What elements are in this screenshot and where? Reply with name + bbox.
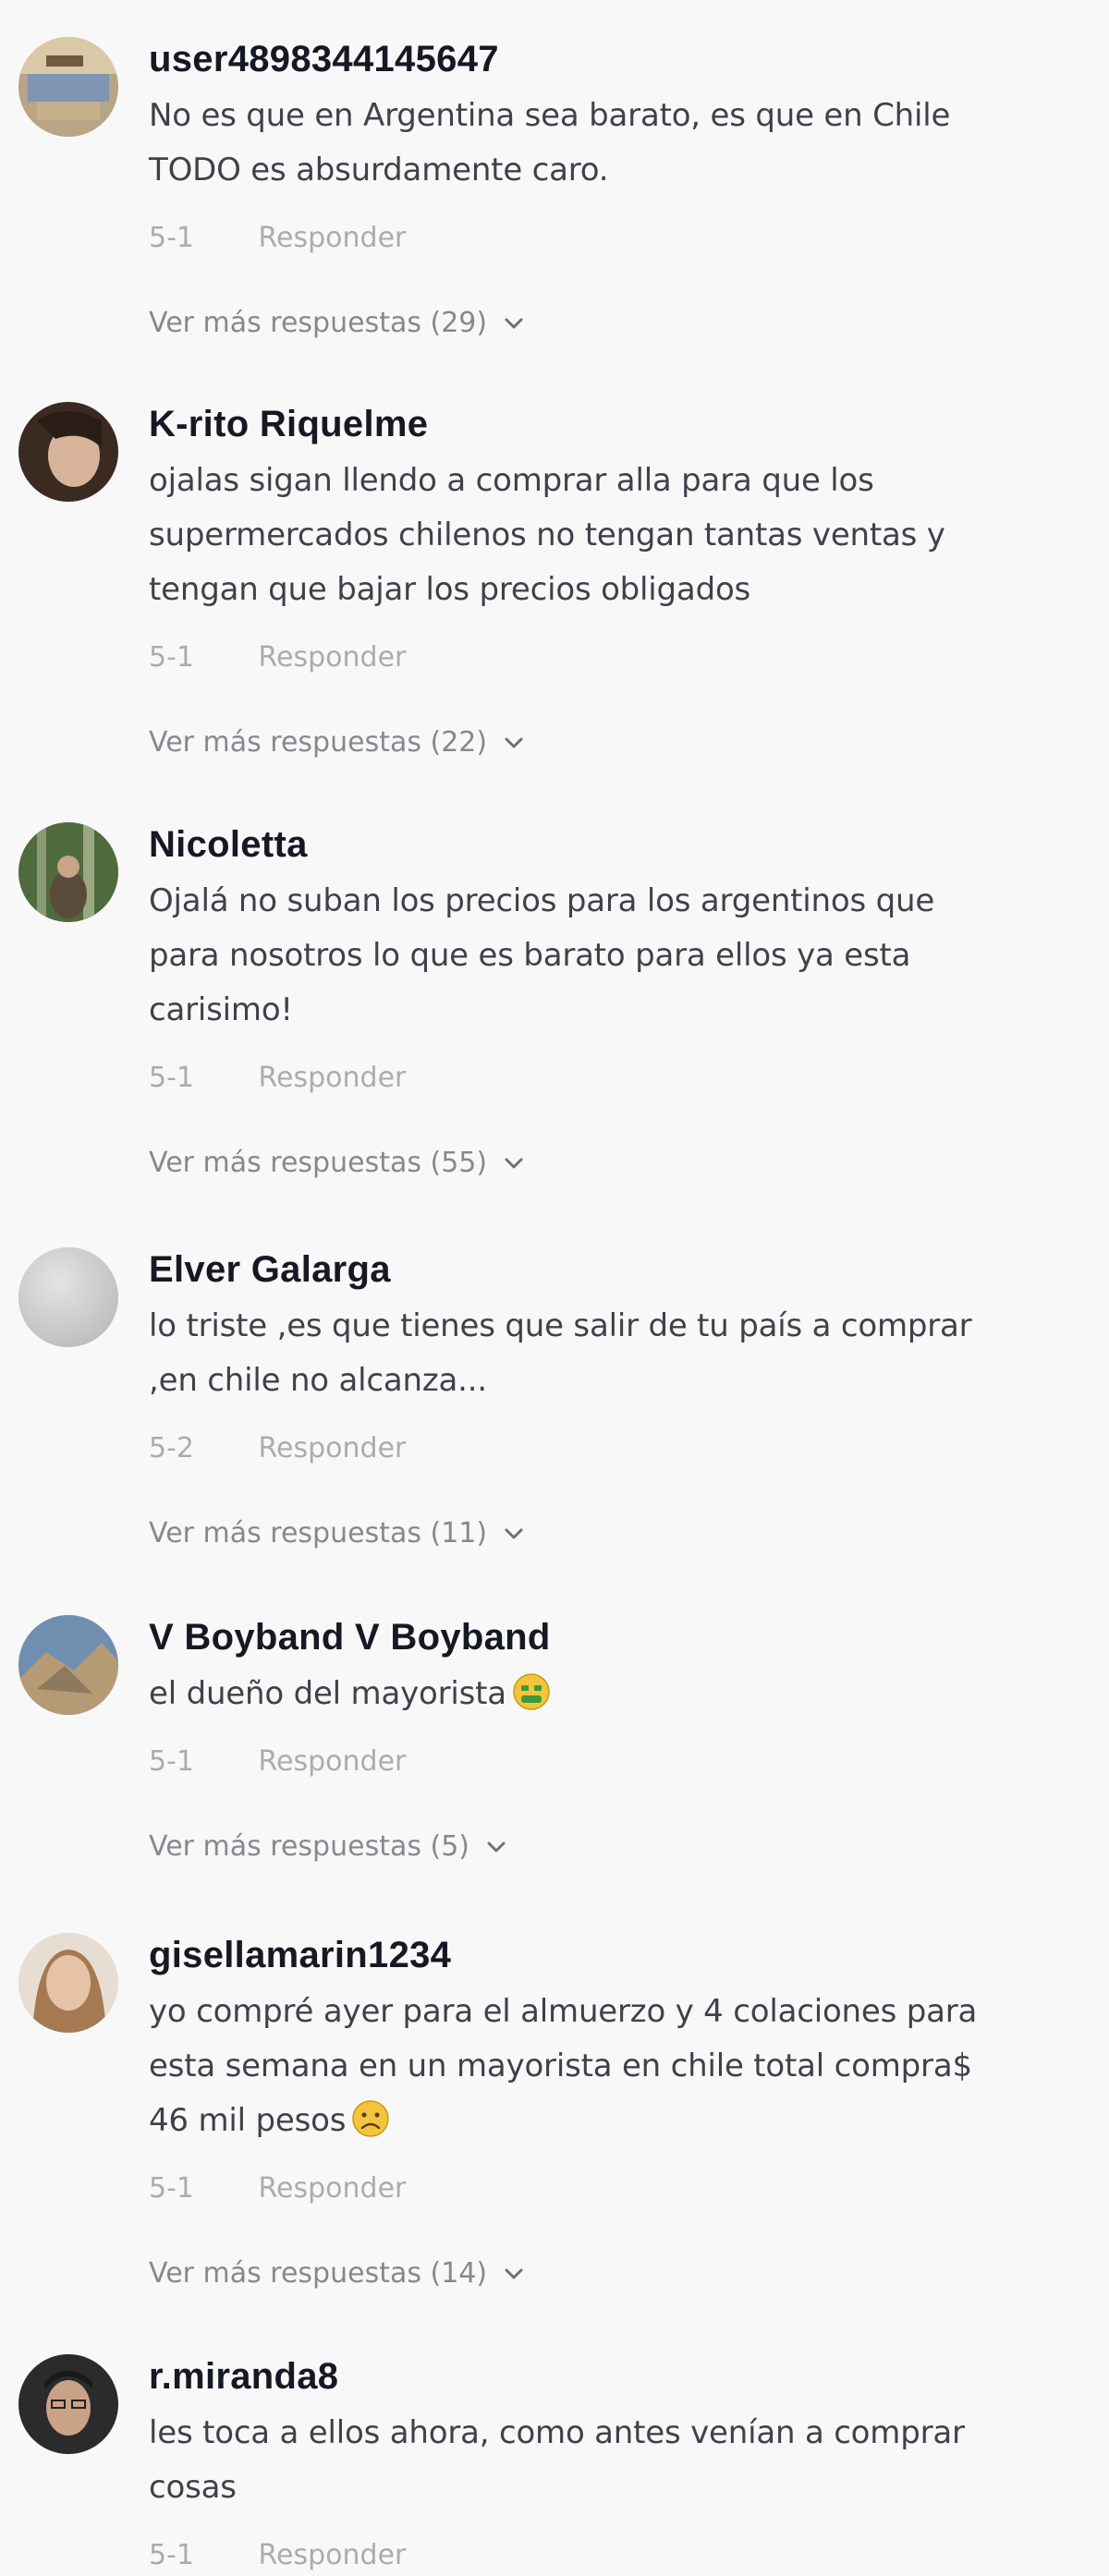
comment-date: 5-2	[149, 1432, 194, 1464]
avatar-image	[18, 1615, 118, 1715]
chevron-down-icon	[505, 2268, 523, 2279]
comment-meta: 5-1 Responder	[149, 1058, 1082, 1099]
comment-username[interactable]: Nicoletta	[149, 822, 1082, 867]
avatar-image	[18, 402, 118, 502]
avatar[interactable]	[18, 2354, 118, 2454]
avatar-image	[18, 822, 118, 922]
comment-date: 5-1	[149, 1062, 194, 1094]
avatar[interactable]	[18, 37, 118, 137]
reply-button[interactable]: Responder	[259, 2535, 407, 2576]
comment-text: No es que en Argentina sea barato, es qu…	[149, 97, 951, 188]
avatar[interactable]	[18, 822, 118, 922]
comment-text-content: yo compré ayer para el almuerzo y 4 cola…	[149, 1993, 978, 2139]
reply-button[interactable]: Responder	[259, 1058, 407, 1099]
avatar-image	[18, 1933, 118, 2033]
view-more-replies-label: Ver más respuestas (22)	[149, 726, 488, 759]
chevron-down-icon	[505, 1158, 523, 1169]
comment-date: 5-1	[149, 222, 194, 254]
comment-text: yo compré ayer para el almuerzo y 4 cola…	[149, 1985, 1082, 2148]
avatar-placeholder	[18, 1247, 118, 1347]
comment-text: Ojalá no suban los precios para los arge…	[149, 882, 935, 1028]
comment-meta: 5-1 Responder	[149, 638, 1082, 678]
chevron-down-icon	[505, 318, 523, 329]
frowning-face-icon	[352, 2100, 389, 2137]
comment-username[interactable]: V Boyband V Boyband	[149, 1615, 1082, 1659]
reply-button[interactable]: Responder	[259, 638, 407, 678]
avatar[interactable]	[18, 402, 118, 502]
view-more-replies-label: Ver más respuestas (14)	[149, 2257, 488, 2290]
reply-button[interactable]: Responder	[259, 1428, 407, 1469]
view-more-replies-button[interactable]: Ver más respuestas (11)	[149, 1513, 526, 1554]
comment-meta: 5-1 Responder	[149, 1742, 1082, 1782]
comment-text: el dueño del mayorista	[149, 1667, 1082, 1721]
comment-text-content: el dueño del mayorista	[149, 1675, 506, 1712]
view-more-replies-label: Ver más respuestas (29)	[149, 307, 488, 339]
reply-button[interactable]: Responder	[259, 218, 407, 259]
chevron-down-icon	[487, 1841, 506, 1853]
avatar[interactable]	[18, 1247, 118, 1347]
view-more-replies-label: Ver más respuestas (11)	[149, 1517, 488, 1549]
reply-button[interactable]: Responder	[259, 1742, 407, 1782]
avatar[interactable]	[18, 1933, 118, 2033]
chevron-down-icon	[505, 737, 523, 748]
comment-username[interactable]: K-rito Riquelme	[149, 402, 1082, 446]
view-more-replies-button[interactable]: Ver más respuestas (29)	[149, 303, 526, 344]
comment-meta: 5-2 Responder	[149, 1428, 1082, 1469]
comment-username[interactable]: user4898344145647	[149, 37, 1082, 81]
comment-text: ojalas sigan llendo a comprar alla para …	[149, 462, 945, 608]
view-more-replies-button[interactable]: Ver más respuestas (14)	[149, 2254, 526, 2294]
comment-date: 5-1	[149, 1745, 194, 1778]
comment-username[interactable]: r.miranda8	[149, 2354, 1082, 2399]
comment-text: les toca a ellos ahora, como antes venía…	[149, 2414, 965, 2506]
chevron-down-icon	[505, 1528, 523, 1539]
comment-meta: 5-1 Responder	[149, 2169, 1082, 2209]
comment-meta: 5-1 Responder	[149, 2535, 1082, 2576]
money-mouth-face-icon	[513, 1673, 550, 1710]
comment-text: lo triste ,es que tienes que salir de tu…	[149, 1307, 972, 1399]
view-more-replies-label: Ver más respuestas (5)	[149, 1830, 470, 1863]
avatar-image	[18, 2354, 118, 2454]
view-more-replies-label: Ver más respuestas (55)	[149, 1147, 488, 1179]
reply-button[interactable]: Responder	[259, 2169, 407, 2209]
view-more-replies-button[interactable]: Ver más respuestas (22)	[149, 723, 526, 763]
view-more-replies-button[interactable]: Ver más respuestas (55)	[149, 1143, 526, 1184]
comment-date: 5-1	[149, 2172, 194, 2205]
comment-username[interactable]: Elver Galarga	[149, 1247, 1082, 1292]
comment-date: 5-1	[149, 641, 194, 674]
avatar-image	[18, 37, 118, 137]
view-more-replies-button[interactable]: Ver más respuestas (5)	[149, 1827, 508, 1867]
avatar[interactable]	[18, 1615, 118, 1715]
comment-username[interactable]: gisellamarin1234	[149, 1933, 1082, 1977]
comment-meta: 5-1 Responder	[149, 218, 1082, 259]
comment-date: 5-1	[149, 2539, 194, 2571]
